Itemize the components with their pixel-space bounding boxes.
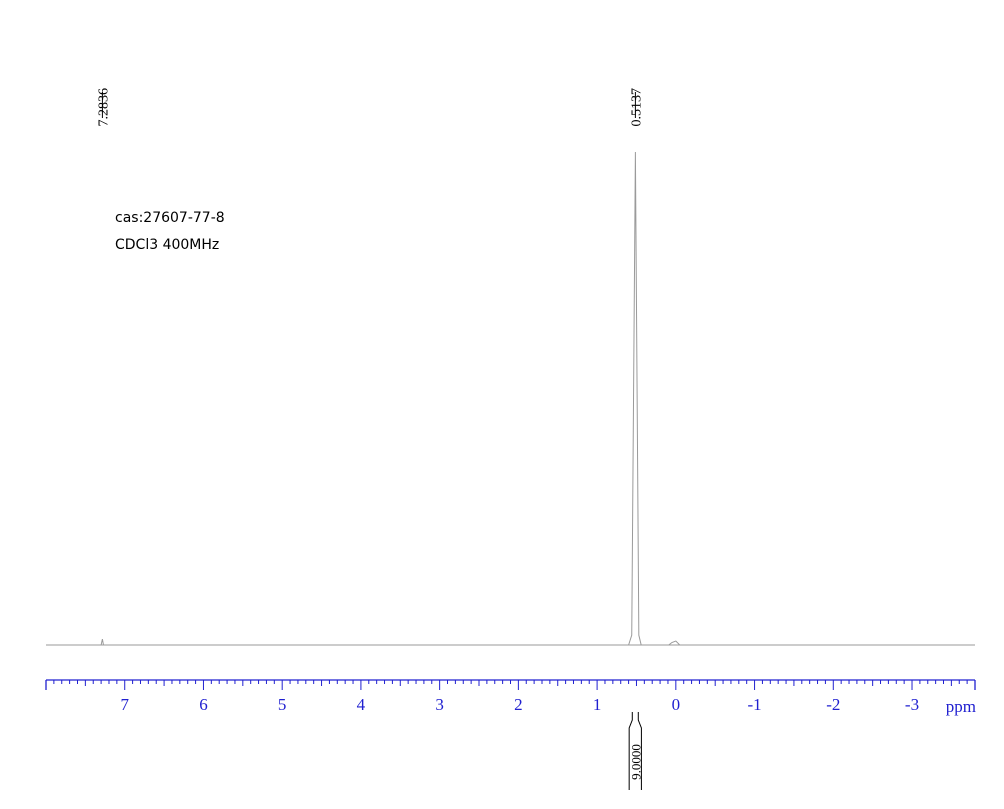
x-tick-label: -1: [747, 695, 761, 714]
peak-label-1: 0.5137: [629, 88, 644, 127]
x-tick-label: 0: [672, 695, 681, 714]
x-tick-label: 7: [120, 695, 129, 714]
nmr-spectrum-chart: cas:27607-77-8 CDCl3 400MHz 7.2836 0.5137…: [45, 88, 976, 790]
integral-value-0: 9.0000: [628, 744, 643, 780]
ppm-axis: 7 6 5 4 3 2 1 0 -1 -2 -3 ppm: [45, 679, 976, 716]
peak-label-0: 7.2836: [96, 88, 111, 127]
peak-labels: 7.2836 0.5137: [96, 88, 644, 127]
sample-annotations: cas:27607-77-8 CDCl3 400MHz: [115, 210, 225, 253]
x-tick-label: 1: [593, 695, 602, 714]
x-tick-label: 2: [514, 695, 523, 714]
integrals: 9.0000: [628, 712, 643, 790]
x-tick-label: 6: [199, 695, 208, 714]
x-tick-label: 3: [435, 695, 444, 714]
x-tick-label: -2: [826, 695, 840, 714]
x-axis-label: ppm: [946, 697, 976, 716]
solvent-frequency: CDCl3 400MHz: [115, 237, 219, 253]
x-tick-label: 4: [357, 695, 366, 714]
x-tick-label: 5: [278, 695, 287, 714]
x-tick-label: -3: [905, 695, 919, 714]
cas-number: cas:27607-77-8: [115, 210, 225, 226]
